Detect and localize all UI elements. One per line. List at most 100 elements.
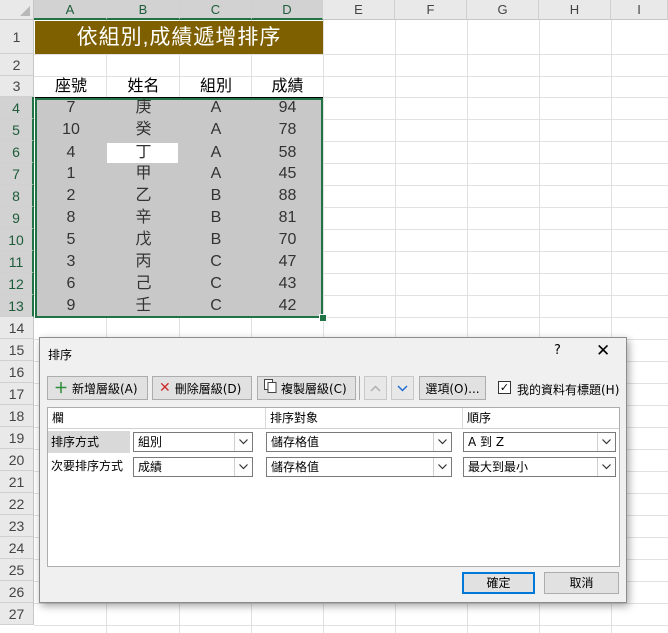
cell-seat[interactable]: 4 (35, 142, 107, 164)
cell-score[interactable]: 47 (252, 251, 323, 273)
cell-seat[interactable]: 8 (35, 207, 107, 229)
cell-name[interactable]: 庚 (107, 97, 180, 119)
cancel-button[interactable]: 取消 (544, 572, 619, 594)
cell-seat[interactable]: 2 (35, 185, 107, 207)
level-2-column-select[interactable]: 成績 (133, 457, 253, 477)
row-header-5[interactable]: 5 (0, 119, 34, 141)
row-header-21[interactable]: 21 (0, 471, 34, 493)
close-button[interactable]: ✕ (596, 341, 610, 361)
row-header-24[interactable]: 24 (0, 537, 34, 559)
copy-level-button[interactable]: 複製層級(C) (257, 376, 356, 400)
header-score[interactable]: 成績 (252, 76, 323, 98)
cell-group[interactable]: B (180, 229, 252, 251)
column-header-h[interactable]: H (539, 0, 611, 20)
row-header-14[interactable]: 14 (0, 317, 34, 339)
delete-level-button[interactable]: ✕ 刪除層級(D) (152, 376, 252, 400)
header-group[interactable]: 組別 (180, 76, 252, 98)
column-header-c[interactable]: C (180, 0, 252, 20)
row-header-7[interactable]: 7 (0, 163, 34, 185)
cell-seat[interactable]: 1 (35, 163, 107, 185)
sheet-title-cell[interactable]: 依組別,成績遞增排序 (35, 21, 323, 54)
move-up-button[interactable] (364, 376, 387, 400)
row-header-3[interactable]: 3 (0, 76, 34, 97)
row-header-27[interactable]: 27 (0, 603, 34, 625)
row-header-9[interactable]: 9 (0, 207, 34, 229)
column-header-e[interactable]: E (323, 0, 395, 20)
cell-group[interactable]: A (180, 163, 252, 185)
cell-group[interactable]: B (180, 207, 252, 229)
chevron-down-icon[interactable] (597, 458, 615, 476)
chevron-down-icon[interactable] (433, 433, 451, 451)
cell-name[interactable]: 辛 (107, 207, 180, 229)
cell-score[interactable]: 94 (252, 97, 323, 119)
row-header-18[interactable]: 18 (0, 405, 34, 427)
chevron-down-icon[interactable] (597, 433, 615, 451)
cell-group[interactable]: B (180, 185, 252, 207)
cell-seat[interactable]: 6 (35, 273, 107, 295)
cell-name[interactable]: 甲 (107, 163, 180, 185)
header-name[interactable]: 姓名 (107, 76, 180, 98)
level-2-order-select[interactable]: 最大到最小 (463, 457, 616, 477)
level-2-label[interactable]: 次要排序方式 (48, 455, 130, 477)
cell-score[interactable]: 88 (252, 185, 323, 207)
cell-group[interactable]: C (180, 295, 252, 317)
cell-name[interactable]: 己 (107, 273, 180, 295)
cell-group[interactable]: A (180, 119, 252, 141)
cell-score[interactable]: 42 (252, 295, 323, 317)
cell-score[interactable]: 45 (252, 163, 323, 185)
cell-name[interactable]: 癸 (107, 119, 180, 141)
help-button[interactable]: ? (554, 343, 561, 358)
row-header-15[interactable]: 15 (0, 339, 34, 361)
ok-button[interactable]: 確定 (462, 572, 535, 594)
has-headers-label[interactable]: 我的資料有標題(H) (517, 381, 619, 398)
cell-group[interactable]: C (180, 273, 252, 295)
row-header-8[interactable]: 8 (0, 185, 34, 207)
cell-score[interactable]: 81 (252, 207, 323, 229)
row-header-23[interactable]: 23 (0, 515, 34, 537)
cell-seat[interactable]: 5 (35, 229, 107, 251)
row-header-19[interactable]: 19 (0, 427, 34, 449)
sort-levels-grid[interactable]: 欄 排序對象 順序 排序方式 組別 儲存格值 A 到 Z 次要排序方式 成績 儲… (47, 407, 620, 567)
move-down-button[interactable] (391, 376, 414, 400)
cell-name[interactable]: 丁 (107, 142, 180, 164)
row-header-13[interactable]: 13 (0, 295, 34, 317)
options-button[interactable]: 選項(O)... (419, 376, 486, 400)
cell-score[interactable]: 43 (252, 273, 323, 295)
chevron-down-icon[interactable] (433, 458, 451, 476)
cell-score[interactable]: 70 (252, 229, 323, 251)
row-header-20[interactable]: 20 (0, 449, 34, 471)
level-2-sort-on-select[interactable]: 儲存格值 (266, 457, 452, 477)
cell-seat[interactable]: 9 (35, 295, 107, 317)
cell-score[interactable]: 58 (252, 142, 323, 164)
cell-name[interactable]: 戊 (107, 229, 180, 251)
has-headers-checkbox[interactable]: ✓ (498, 381, 511, 394)
level-1-sort-on-select[interactable]: 儲存格值 (266, 432, 452, 452)
column-header-g[interactable]: G (467, 0, 539, 20)
row-header-4[interactable]: 4 (0, 97, 34, 119)
select-all-corner[interactable] (0, 0, 34, 20)
add-level-button[interactable]: ＋ 新增層級(A) (47, 376, 148, 400)
sort-dialog[interactable]: 排序 ? ✕ ＋ 新增層級(A) ✕ 刪除層級(D) 複製層級(C) 選項(O)… (39, 337, 627, 603)
cell-seat[interactable]: 10 (35, 119, 107, 141)
cell-group[interactable]: C (180, 251, 252, 273)
level-1-column-select[interactable]: 組別 (133, 432, 253, 452)
row-header-16[interactable]: 16 (0, 361, 34, 383)
header-seat[interactable]: 座號 (35, 76, 107, 98)
cell-name[interactable]: 壬 (107, 295, 180, 317)
cell-group[interactable]: A (180, 142, 252, 164)
cell-seat[interactable]: 7 (35, 97, 107, 119)
row-header-26[interactable]: 26 (0, 581, 34, 603)
row-header-1[interactable]: 1 (0, 20, 34, 54)
column-header-b[interactable]: B (107, 0, 180, 20)
level-1-order-select[interactable]: A 到 Z (463, 432, 616, 452)
column-header-i[interactable]: I (611, 0, 668, 20)
cell-group[interactable]: A (180, 97, 252, 119)
column-header-f[interactable]: F (395, 0, 467, 20)
level-1-label[interactable]: 排序方式 (48, 431, 130, 453)
cell-name[interactable]: 丙 (107, 251, 180, 273)
chevron-down-icon[interactable] (234, 433, 252, 451)
row-header-11[interactable]: 11 (0, 251, 34, 273)
cell-seat[interactable]: 3 (35, 251, 107, 273)
row-header-10[interactable]: 10 (0, 229, 34, 251)
column-header-d[interactable]: D (252, 0, 323, 20)
